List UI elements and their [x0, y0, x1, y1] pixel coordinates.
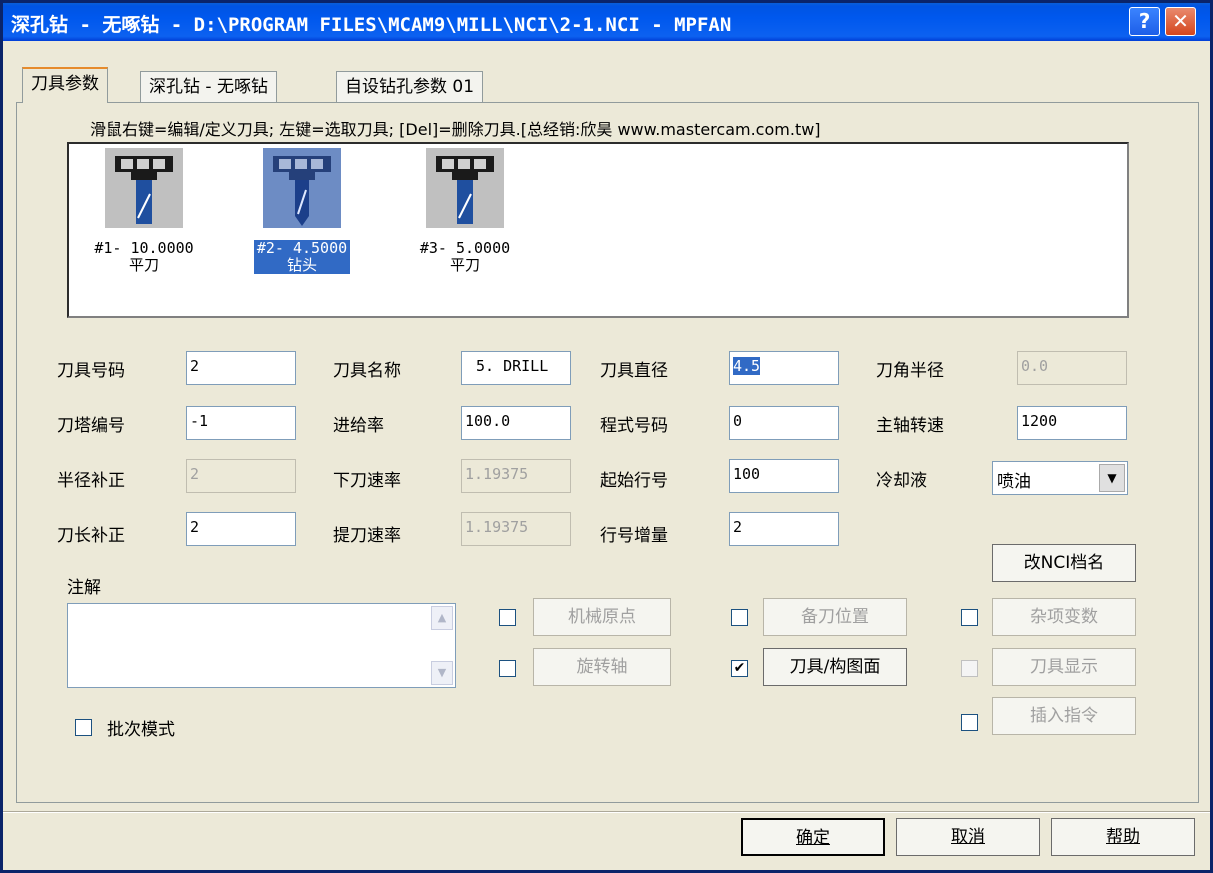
misc-values-button: 杂项变数	[992, 598, 1136, 636]
rotary-axis-button: 旋转轴	[533, 648, 671, 686]
insert-command-button: 插入指令	[992, 697, 1136, 735]
window-title: 深孔钻 - 无啄钻 - D:\PROGRAM FILES\MCAM9\MILL\…	[11, 14, 732, 36]
ok-button[interactable]: 确定	[741, 818, 885, 856]
radius-comp-input: 2	[186, 459, 296, 493]
close-button[interactable]: ✕	[1165, 7, 1196, 36]
tab-custom-drill-params[interactable]: 自设钻孔参数 01	[336, 71, 484, 102]
line-increment-label: 行号增量	[600, 526, 668, 546]
comment-label: 注解	[67, 578, 101, 598]
tab-tool-parameters[interactable]: 刀具参数	[22, 67, 108, 103]
turret-number-label: 刀塔编号	[57, 416, 125, 436]
chevron-down-icon[interactable]: ▼	[1099, 464, 1125, 492]
tool-item-3[interactable]: #3- 5.0000 平刀	[385, 148, 545, 275]
flat-endmill-icon	[426, 148, 504, 228]
spindle-speed-label: 主轴转速	[876, 416, 944, 436]
tool-diameter-input[interactable]: 4.5	[729, 351, 839, 385]
comment-textarea[interactable]: ▲ ▼	[67, 603, 456, 688]
start-line-input[interactable]: 100	[729, 459, 839, 493]
tool-list[interactable]: #1- 10.0000 平刀 #2- 4.5000 钻头 #3- 5.0000 …	[67, 142, 1129, 318]
dialog-window: 深孔钻 - 无啄钻 - D:\PROGRAM FILES\MCAM9\MILL\…	[0, 0, 1213, 873]
misc-values-checkbox[interactable]	[961, 609, 978, 626]
line-increment-input[interactable]: 2	[729, 512, 839, 546]
separator	[3, 811, 1210, 813]
insert-command-checkbox[interactable]	[961, 714, 978, 731]
scroll-down-icon[interactable]: ▼	[431, 661, 453, 685]
retract-rate-input: 1.19375	[461, 512, 571, 546]
tool-diameter-label: 刀具直径	[600, 361, 668, 381]
tool-label-2: #2- 4.5000 钻头	[253, 240, 351, 274]
tool-number-label: 刀具号码	[57, 361, 125, 381]
radius-comp-label: 半径补正	[57, 471, 125, 491]
tab-deep-drill[interactable]: 深孔钻 - 无啄钻	[140, 71, 277, 102]
tool-name-input[interactable]: 5. DRILL	[461, 351, 571, 385]
flat-endmill-icon	[105, 148, 183, 228]
tool-name-label: 刀具名称	[333, 361, 401, 381]
tool-number-input[interactable]: 2	[186, 351, 296, 385]
program-number-input[interactable]: 0	[729, 406, 839, 440]
tool-plane-checkbox[interactable]: ✔	[731, 660, 748, 677]
tool-list-hint: 滑鼠右键=编辑/定义刀具; 左键=选取刀具; [Del]=删除刀具.[总经销:欣…	[90, 120, 821, 139]
spindle-speed-input[interactable]: 1200	[1017, 406, 1127, 440]
feed-rate-label: 进给率	[333, 416, 384, 436]
tool-label-3: #3- 5.0000 平刀	[419, 239, 511, 274]
tool-display-checkbox	[961, 660, 978, 677]
retract-rate-label: 提刀速率	[333, 526, 401, 546]
coolant-value: 喷油	[997, 472, 1031, 492]
standby-position-checkbox[interactable]	[731, 609, 748, 626]
title-bar[interactable]: 深孔钻 - 无啄钻 - D:\PROGRAM FILES\MCAM9\MILL\…	[3, 3, 1210, 41]
coolant-select[interactable]: 喷油 ▼	[992, 461, 1128, 495]
length-comp-input[interactable]: 2	[186, 512, 296, 546]
machine-home-button: 机械原点	[533, 598, 671, 636]
help-button[interactable]: 帮助	[1051, 818, 1195, 856]
tool-item-2[interactable]: #2- 4.5000 钻头	[222, 148, 382, 275]
tool-label-1: #1- 10.0000 平刀	[94, 239, 194, 274]
scroll-up-icon[interactable]: ▲	[431, 606, 453, 630]
tool-item-1[interactable]: #1- 10.0000 平刀	[64, 148, 224, 275]
corner-radius-label: 刀角半径	[876, 361, 944, 381]
corner-radius-input: 0.0	[1017, 351, 1127, 385]
coolant-label: 冷却液	[876, 471, 927, 491]
rename-nci-button[interactable]: 改NCI档名	[992, 544, 1136, 582]
help-title-button[interactable]: ?	[1129, 7, 1160, 36]
tool-plane-button[interactable]: 刀具/构图面	[763, 648, 907, 686]
standby-position-button: 备刀位置	[763, 598, 907, 636]
batch-mode-checkbox[interactable]	[75, 719, 92, 736]
start-line-label: 起始行号	[600, 471, 668, 491]
feed-rate-input[interactable]: 100.0	[461, 406, 571, 440]
machine-home-checkbox[interactable]	[499, 609, 516, 626]
turret-number-input[interactable]: -1	[186, 406, 296, 440]
rotary-axis-checkbox[interactable]	[499, 660, 516, 677]
length-comp-label: 刀长补正	[57, 526, 125, 546]
plunge-rate-label: 下刀速率	[333, 471, 401, 491]
program-number-label: 程式号码	[600, 416, 668, 436]
batch-mode-label: 批次模式	[107, 720, 175, 740]
plunge-rate-input: 1.19375	[461, 459, 571, 493]
cancel-button[interactable]: 取消	[896, 818, 1040, 856]
tool-display-button: 刀具显示	[992, 648, 1136, 686]
drill-icon	[263, 148, 341, 228]
